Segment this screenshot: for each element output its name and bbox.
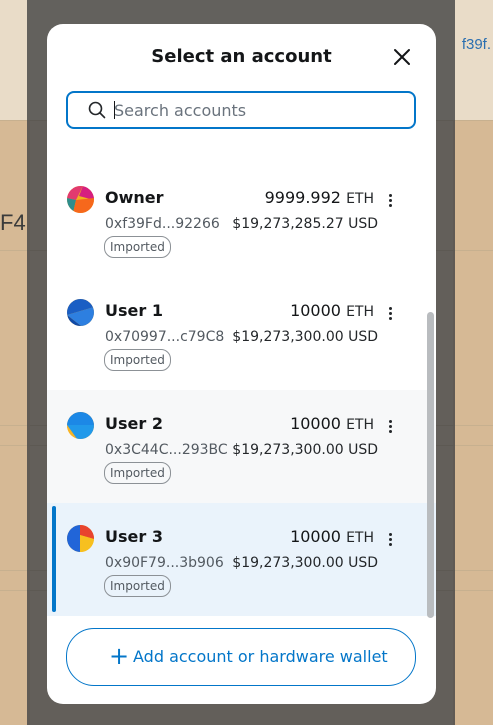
account-list[interactable]: Owner 0xf39Fd...92266 Imported 9999.992 … [47, 164, 436, 619]
eth-balance: 10000 ETH [290, 301, 374, 320]
search-field[interactable] [66, 91, 416, 129]
account-options-button[interactable] [384, 531, 396, 549]
background-right-panel [453, 120, 493, 725]
selected-indicator [52, 506, 56, 612]
kebab-menu-icon [384, 194, 396, 207]
eth-unit: ETH [346, 530, 374, 546]
usd-balance: $19,273,300.00 USD [232, 555, 378, 571]
imported-badge: Imported [104, 462, 171, 484]
eth-amount: 10000 [290, 301, 341, 320]
eth-unit: ETH [346, 191, 374, 207]
modal-title: Select an account [151, 46, 332, 67]
close-button[interactable] [391, 46, 413, 68]
usd-balance: $19,273,300.00 USD [232, 329, 378, 345]
account-selector-modal: Select an account Owner [47, 24, 436, 704]
account-row-user-1[interactable]: User 1 0x70997...c79C8 Imported 10000 ET… [47, 277, 436, 390]
account-options-button[interactable] [384, 305, 396, 323]
text-caret [114, 101, 115, 119]
eth-balance: 10000 ETH [290, 414, 374, 433]
account-options-button[interactable] [384, 418, 396, 436]
usd-balance: $19,273,285.27 USD [232, 216, 378, 232]
usd-balance: $19,273,300.00 USD [232, 442, 378, 458]
background-text: F4 [0, 210, 26, 235]
account-options-button[interactable] [384, 192, 396, 210]
kebab-menu-icon [384, 420, 396, 433]
close-icon [394, 49, 410, 65]
eth-balance: 9999.992 ETH [265, 188, 374, 207]
background-link[interactable]: f39f. [462, 36, 491, 53]
search-icon [88, 101, 106, 119]
kebab-menu-icon [384, 533, 396, 546]
account-name: Owner [105, 188, 164, 207]
imported-badge: Imported [104, 575, 171, 597]
account-address: 0x70997...c79C8 [105, 329, 225, 345]
avatar [67, 525, 94, 552]
eth-unit: ETH [346, 417, 374, 433]
eth-amount: 10000 [290, 414, 341, 433]
account-row-owner[interactable]: Owner 0xf39Fd...92266 Imported 9999.992 … [47, 164, 436, 277]
avatar [67, 186, 94, 213]
scrollbar-thumb[interactable] [427, 312, 434, 618]
add-account-button[interactable]: + Add account or hardware wallet [66, 628, 416, 686]
eth-unit: ETH [346, 304, 374, 320]
avatar [67, 299, 94, 326]
account-row-user-2[interactable]: User 2 0x3C44C...293BC Imported 10000 ET… [47, 390, 436, 503]
account-name: User 1 [105, 301, 163, 320]
imported-badge: Imported [104, 236, 171, 258]
plus-icon: + [109, 642, 130, 670]
search-input[interactable] [114, 96, 404, 124]
kebab-menu-icon [384, 307, 396, 320]
account-name: User 3 [105, 527, 163, 546]
account-address: 0x90F79...3b906 [105, 555, 224, 571]
account-name: User 2 [105, 414, 163, 433]
add-account-label: Add account or hardware wallet [133, 647, 388, 666]
imported-badge: Imported [104, 349, 171, 371]
avatar [67, 412, 94, 439]
account-row-user-3[interactable]: User 3 0x90F79...3b906 Imported 10000 ET… [47, 503, 436, 616]
eth-amount: 9999.992 [264, 188, 341, 207]
eth-balance: 10000 ETH [290, 527, 374, 546]
eth-amount: 10000 [290, 527, 341, 546]
account-address: 0xf39Fd...92266 [105, 216, 220, 232]
account-address: 0x3C44C...293BC [105, 442, 228, 458]
